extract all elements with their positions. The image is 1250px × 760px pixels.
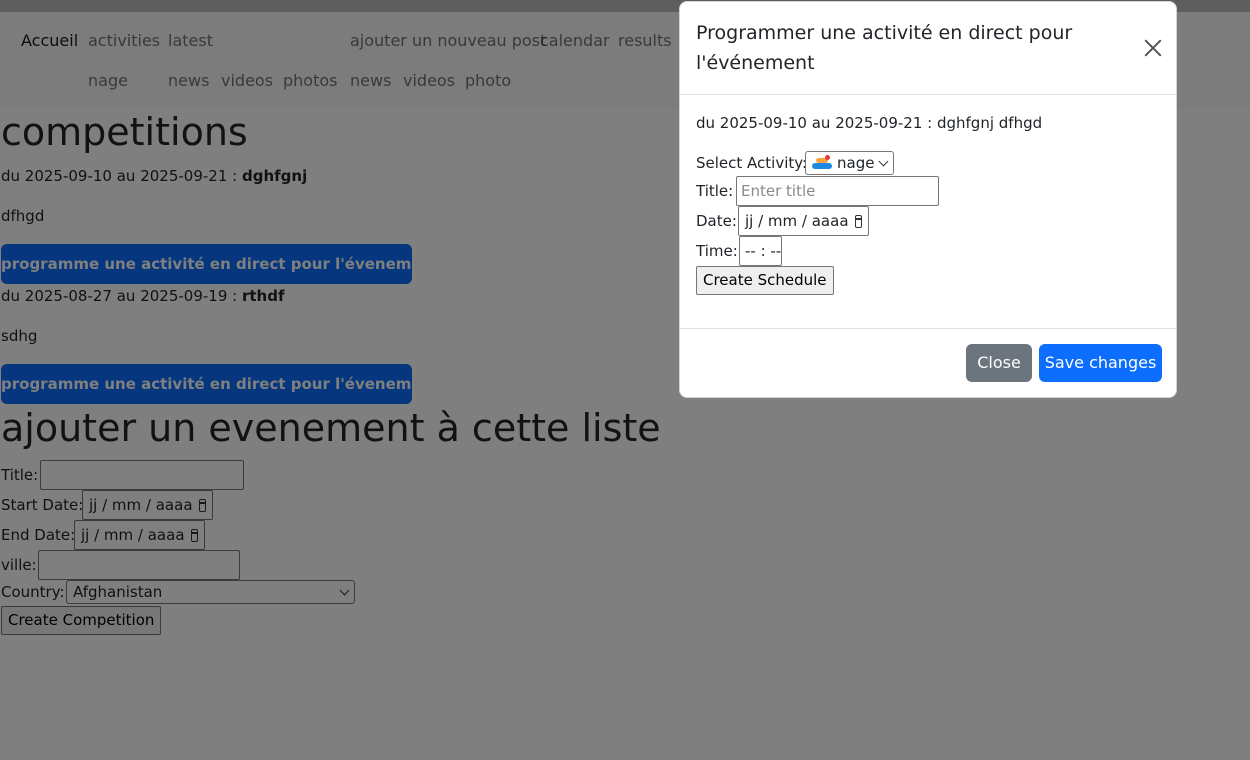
activity-select-text: nage (837, 154, 875, 172)
modal-time-label: Time: (696, 242, 738, 260)
modal-date-input[interactable]: jj / mm / aaaa (738, 206, 869, 236)
close-icon[interactable] (1143, 38, 1163, 58)
modal-title-label: Title: (696, 182, 734, 200)
save-changes-button[interactable]: Save changes (1039, 344, 1162, 382)
modal-time-input[interactable]: -- : -- (739, 236, 782, 266)
chevron-down-icon (878, 156, 889, 166)
modal-date-placeholder: jj / mm / aaaa (745, 212, 849, 230)
select-activity-label: Select Activity: (696, 154, 808, 172)
modal-title: Programmer une activité en direct pour l… (696, 22, 1073, 74)
create-schedule-button[interactable]: Create Schedule (696, 266, 834, 295)
modal-footer-divider (680, 328, 1176, 329)
activity-select[interactable]: nage (805, 151, 894, 175)
schedule-modal: Programmer une activité en direct pour l… (679, 1, 1177, 398)
close-button[interactable]: Close (966, 344, 1032, 382)
modal-title-input[interactable] (736, 176, 939, 206)
modal-date-label: Date: (696, 212, 737, 230)
modal-header-divider (680, 94, 1176, 95)
modal-event-line: du 2025-09-10 au 2025-09-21 : dghfgnj df… (696, 114, 1043, 132)
activity-select-value: nage (812, 154, 874, 172)
calendar-icon[interactable] (854, 214, 862, 228)
modal-time-placeholder: -- : -- (745, 242, 782, 260)
swimmer-icon (812, 155, 832, 169)
